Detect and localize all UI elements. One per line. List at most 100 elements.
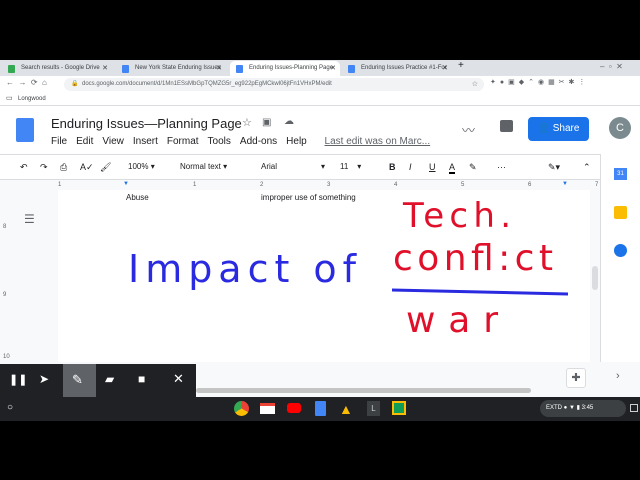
doc-title[interactable]: Enduring Issues—Planning Page — [51, 116, 242, 131]
close-icon[interactable]: ✕ — [173, 371, 184, 387]
chrome-icon[interactable] — [234, 401, 249, 416]
avatar[interactable]: C — [609, 117, 631, 139]
drive-icon[interactable]: ▲ — [339, 401, 353, 417]
tasks-icon[interactable] — [614, 244, 627, 257]
menu-format[interactable]: Format — [167, 136, 199, 147]
menu-edit[interactable]: Edit — [76, 136, 93, 147]
paint-format-icon[interactable]: 🖌 — [100, 162, 111, 173]
activity-icon[interactable]: 〰 — [462, 120, 475, 139]
collapse-icon[interactable]: ⌃ — [583, 162, 591, 173]
explore-icon[interactable]: ✚ — [566, 368, 586, 388]
status-area[interactable]: EXTD ● ▼ ▮ 3:45 — [540, 400, 626, 417]
menu-help[interactable]: Help — [286, 136, 307, 147]
new-tab-button[interactable]: + — [458, 60, 464, 71]
star-icon[interactable]: ☆ — [472, 78, 478, 91]
print-icon[interactable]: ⎙ — [60, 162, 67, 173]
classroom-icon[interactable] — [392, 401, 406, 415]
font-select[interactable]: Arial ▾ — [261, 162, 325, 171]
camera-icon[interactable]: ■ — [138, 372, 145, 386]
ruler-tick: 2 — [260, 182, 264, 188]
document-page[interactable]: Abuse improper use of something Impact o… — [58, 190, 590, 362]
bookmark-longwood[interactable]: Longwood — [18, 96, 46, 102]
redo-icon[interactable]: ↷ — [40, 162, 48, 173]
close-icon[interactable]: ✕ — [102, 61, 108, 76]
spellcheck-icon[interactable]: A✓ — [80, 162, 94, 173]
docs-logo-icon — [16, 118, 34, 142]
docs-icon[interactable] — [315, 401, 326, 416]
editing-mode-icon[interactable]: ✎▾ — [548, 162, 560, 173]
close-icon[interactable]: ✕ — [330, 61, 336, 76]
ruler-tick: 1 — [193, 182, 197, 188]
pointer-icon[interactable]: ➤ — [39, 372, 49, 386]
pen-icon: ✎ — [72, 372, 83, 387]
close-icon[interactable]: ✕ — [442, 61, 448, 76]
tab-nys-enduring[interactable]: New York State Enduring Issues ✕ — [116, 61, 226, 76]
folder-icon: ▭ — [6, 95, 13, 102]
italic-button[interactable]: I — [409, 162, 412, 172]
ruler[interactable]: 1 ▼ 1 2 3 4 5 6 ▼ 7 — [58, 181, 599, 190]
window-controls[interactable]: – ▫ ✕ — [600, 62, 623, 71]
zoom-value: 100% — [128, 162, 149, 171]
nav-buttons[interactable]: ← → ⟳ ⌂ — [6, 78, 47, 87]
last-edit-link[interactable]: Last edit was on Marc... — [325, 136, 431, 147]
highlight-icon[interactable]: ✎ — [469, 162, 477, 173]
bold-button[interactable]: B — [389, 162, 396, 172]
side-panel: 31 — [600, 154, 640, 362]
share-button[interactable]: 👤 Share — [528, 117, 589, 141]
tab-planning-page[interactable]: Enduring Issues-Planning Page ✕ — [230, 61, 340, 76]
move-folder-icon[interactable]: ▣ — [262, 117, 271, 128]
font-size-value: 11 — [340, 162, 349, 171]
menu-view[interactable]: View — [102, 136, 124, 147]
tab-label: Enduring Issues Practice #1-For — [361, 65, 447, 71]
annotation-toolbar: ❚❚ ➤ ✎ ▰ ■ ✕ — [0, 364, 196, 397]
tab-practice[interactable]: Enduring Issues Practice #1-For ✕ — [342, 61, 452, 76]
ink-layer: Impact of Tech. confl:ct war — [128, 196, 569, 341]
menu-tools[interactable]: Tools — [208, 136, 231, 147]
text-color-button[interactable]: A — [449, 162, 456, 174]
underline-button[interactable]: U — [429, 162, 436, 172]
chevron-right-icon[interactable]: › — [616, 370, 620, 382]
overview-icon[interactable] — [630, 404, 638, 412]
eraser-icon[interactable]: ▰ — [105, 372, 114, 386]
docs-header: Enduring Issues—Planning Page ☆ ▣ ☁ File… — [0, 106, 640, 154]
status-label: EXTD — [546, 405, 563, 411]
tab-drive-search[interactable]: Search results - Google Drive ✕ — [2, 61, 112, 76]
pause-icon[interactable]: ❚❚ — [9, 373, 27, 386]
extension-icons[interactable]: ✦●▣◆⌃◉▦✂✱⋮ — [490, 78, 589, 86]
zoom-select[interactable]: 100% ▾ — [128, 162, 155, 171]
clock: 3:45 — [581, 405, 594, 411]
menu-insert[interactable]: Insert — [133, 136, 158, 147]
font-size-select[interactable]: 11 ▾ — [340, 162, 361, 171]
lock-icon: 🔒 — [71, 81, 79, 87]
vertical-ruler-tick: 10 — [3, 354, 10, 360]
app-l-icon[interactable]: L — [367, 401, 380, 416]
pen-tool-button[interactable]: ✎ — [63, 364, 96, 397]
ruler-tick: 5 — [461, 182, 465, 188]
close-icon[interactable]: ✕ — [216, 61, 222, 76]
right-indent-marker-icon[interactable]: ▼ — [562, 181, 568, 187]
vertical-scrollbar[interactable] — [592, 266, 598, 290]
menu-bar: File Edit View Insert Format Tools Add-ons Help… — [51, 136, 439, 147]
docs-icon — [348, 65, 355, 73]
indent-marker-icon[interactable]: ▼ — [123, 181, 129, 187]
ink-divider-line — [391, 288, 569, 296]
comments-icon[interactable] — [500, 120, 513, 132]
undo-icon[interactable]: ↶ — [20, 162, 28, 173]
format-toolbar: ↶ ↷ ⎙ A✓ 🖌 100% ▾ Normal text ▾ Arial ▾ 1… — [0, 154, 600, 180]
menu-addons[interactable]: Add-ons — [240, 136, 277, 147]
more-button[interactable]: ··· — [497, 162, 506, 172]
keep-icon[interactable] — [614, 206, 627, 219]
calendar-icon[interactable]: 31 — [614, 168, 627, 180]
star-icon[interactable]: ☆ — [242, 116, 252, 129]
outline-icon[interactable]: ☰ — [24, 212, 35, 226]
launcher-icon[interactable]: ○ — [7, 402, 13, 413]
horizontal-scrollbar[interactable] — [196, 388, 531, 393]
ruler-tick: 7 — [595, 182, 599, 188]
ruler-tick: 6 — [528, 182, 532, 188]
style-select[interactable]: Normal text ▾ — [180, 162, 227, 171]
youtube-icon[interactable] — [287, 403, 301, 413]
url-input[interactable]: 🔒 docs.google.com/document/d/1Mn1ESsMbGpT… — [64, 78, 484, 91]
menu-file[interactable]: File — [51, 136, 67, 147]
gmail-icon[interactable] — [260, 403, 275, 414]
handwriting-impact-of: Impact of — [128, 247, 358, 291]
